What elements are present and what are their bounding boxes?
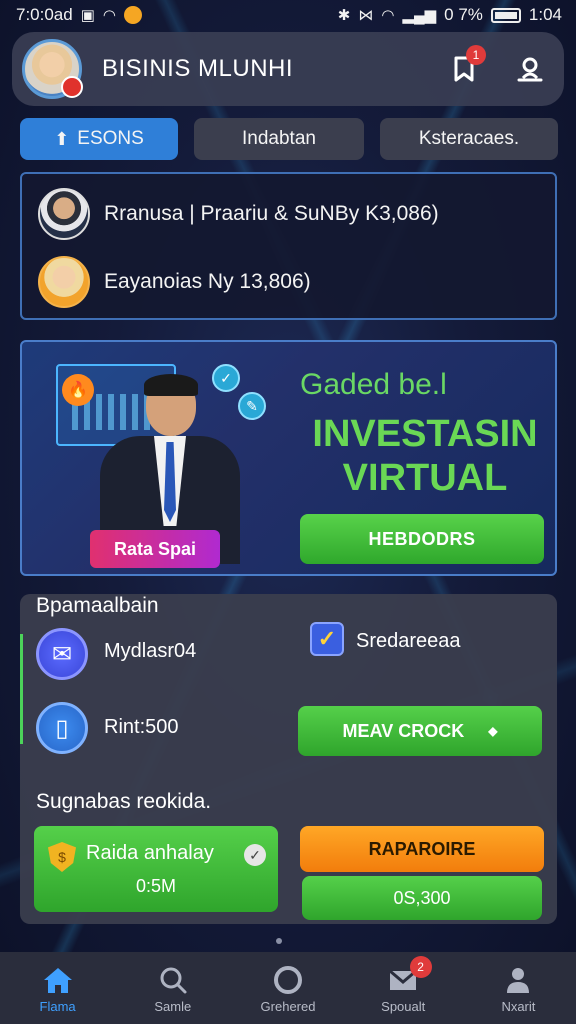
check-icon: ✓: [244, 844, 266, 866]
nav-badge: 2: [409, 956, 432, 978]
feed-item-text: Rranusa | Praariu & SuNBy K3,086): [104, 202, 439, 225]
tab-label: Indabtan: [242, 128, 316, 149]
status-bar: 7:0:0ad ▣ ◠ ✱ ⋈ ◠ ▂▄▆ 0 7% 1:04: [0, 0, 576, 30]
profile-icon: [503, 963, 533, 997]
status-left-text: 7:0:0ad: [16, 5, 73, 24]
home-icon: ⬆: [54, 128, 70, 149]
avatar: [38, 188, 90, 240]
activity-feed: Rranusa | Praariu & SuNBy K3,086) Eayano…: [20, 172, 557, 320]
chevron-updown-icon: ◆: [488, 724, 498, 738]
services-panel: Bpamaalbain ✉ Mydlasr04 ▯ Rint:500 ✓ Sre…: [20, 594, 557, 924]
panel-accent-bar: [20, 634, 23, 744]
tab-indabtan[interactable]: Indabtan: [194, 118, 364, 160]
promo-subtitle: Gaded be.l: [300, 368, 447, 401]
nav-label: Nxarit: [501, 998, 536, 1014]
tab-label: Ksteracaes.: [418, 128, 520, 149]
tab-esons[interactable]: ⬆ ESONS: [20, 118, 178, 160]
promo-tag: Rata Spai: [90, 530, 220, 568]
nav-label: Flama: [39, 998, 76, 1014]
nav-label: Samle: [154, 998, 192, 1014]
wifi-icon: ◠: [102, 7, 117, 24]
section-heading: Sugnabas reokida.: [36, 790, 212, 813]
signal-icon: ▂▄▆: [402, 7, 437, 24]
shield-icon: $: [48, 842, 76, 872]
nav-general[interactable]: Grehered: [230, 952, 345, 1024]
gallery-icon: ▣: [80, 7, 95, 24]
page-indicator: [276, 938, 282, 944]
bluetooth-icon: ✱: [337, 7, 351, 24]
promo-button[interactable]: HEBDODRS: [300, 514, 544, 564]
notification-button[interactable]: 1: [444, 45, 486, 89]
offer-card-label: Raida anhalay: [86, 842, 214, 864]
checkbox-label: Sredareeaa: [356, 630, 461, 652]
profile-button[interactable]: [510, 49, 550, 89]
value-button[interactable]: 0S,300: [302, 876, 542, 920]
live-badge-icon: [61, 76, 83, 98]
home-icon: [41, 963, 75, 997]
app-notification-icon: [124, 6, 143, 24]
battery-icon: [490, 7, 521, 23]
mail-service-icon[interactable]: ✉: [36, 628, 88, 680]
wifi-signal-icon: ◠: [381, 7, 395, 24]
app-title: BISINIS MLUNHI: [102, 55, 294, 82]
nav-home[interactable]: Flama: [0, 952, 115, 1024]
tab-label: ESONS: [77, 128, 144, 149]
nav-label: Grehered: [260, 998, 316, 1014]
offer-card[interactable]: $ Raida anhalay ✓ 0:5M: [34, 826, 278, 912]
user-icon: [517, 57, 543, 82]
feed-item[interactable]: Rranusa | Praariu & SuNBy K3,086): [22, 180, 555, 248]
button-label: MEAV CROCK: [342, 720, 465, 741]
nav-messages[interactable]: 2 Spoualt: [346, 952, 461, 1024]
promo-title: INVESTASIN VIRTUAL: [312, 413, 538, 499]
status-time: 1:04: [528, 5, 562, 24]
tab-ksteracaes[interactable]: Ksteracaes.: [380, 118, 558, 160]
panel-heading: Bpamaalbain: [36, 594, 159, 617]
nav-label: Spoualt: [381, 998, 426, 1014]
checkbox[interactable]: ✓: [310, 622, 344, 656]
nav-search[interactable]: Samle: [115, 952, 230, 1024]
nav-profile[interactable]: Nxarit: [461, 952, 576, 1024]
feed-item-text: Eayanoias Ny 13,806): [104, 270, 311, 293]
notification-badge: 1: [466, 45, 486, 65]
raparoire-button[interactable]: RAPAROIRE: [300, 826, 544, 872]
avatar[interactable]: [22, 39, 83, 99]
app-header: BISINIS MLUNHI 1: [12, 32, 564, 106]
offer-card-value: 0:5M: [135, 876, 177, 896]
avatar: [38, 256, 90, 308]
service-item-label[interactable]: Rint:500: [104, 716, 179, 739]
search-icon: [158, 963, 188, 997]
service-item-label[interactable]: Mydlasr04: [104, 640, 196, 663]
vibrate-icon: ⋈: [358, 7, 374, 24]
tab-bar: ⬆ ESONS Indabtan Ksteracaes.: [20, 118, 558, 160]
circle-icon: [272, 963, 304, 997]
bottom-nav: Flama Samle Grehered 2 Spoualt Nxarit: [0, 952, 576, 1024]
promo-banner[interactable]: 🔥 ✓ ✎ Rata Spai Gaded be.l INVESTASIN VI…: [20, 340, 557, 576]
book-service-icon[interactable]: ▯: [36, 702, 88, 754]
meav-crock-button[interactable]: MEAV CROCK ◆: [298, 706, 542, 756]
feed-item[interactable]: Eayanoias Ny 13,806): [22, 248, 555, 316]
battery-percent: 0 7%: [444, 5, 483, 24]
